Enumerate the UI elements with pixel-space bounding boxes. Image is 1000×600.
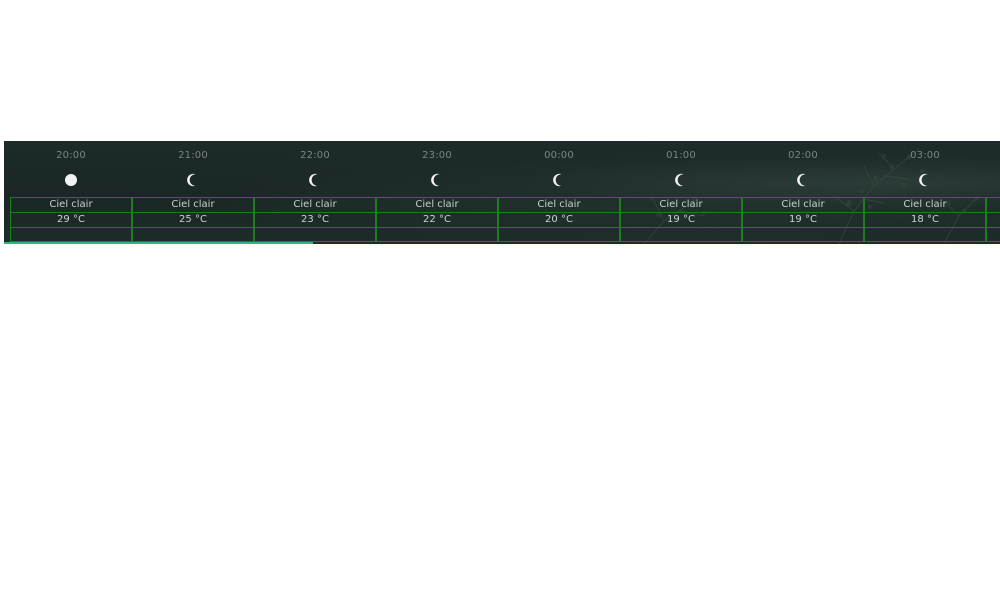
- forecast-hour[interactable]: 02:00 Ciel clair 19 °C: [742, 141, 864, 244]
- hour-extra-cell: [254, 227, 376, 242]
- hour-temperature: 19 °C: [742, 212, 864, 227]
- hour-extra-cell: [376, 227, 498, 242]
- hour-extra-cell: [986, 227, 1000, 242]
- hour-extra-cell: [132, 227, 254, 242]
- hour-temperature: 25 °C: [132, 212, 254, 227]
- hour-time: 00:00: [544, 150, 574, 161]
- forecast-hour[interactable]: 20:00 Ciel clair 29 °C: [10, 141, 132, 244]
- crescent-moon-icon: [919, 173, 928, 187]
- full-moon-icon: [65, 174, 77, 186]
- hour-temperature: 19 °C: [620, 212, 742, 227]
- hourly-forecast-widget[interactable]: 20:00 Ciel clair 29 °C 21:00 Ciel clair …: [4, 141, 1000, 244]
- hour-extra-cell: [498, 227, 620, 242]
- hour-temperature: 18 °C: [864, 212, 986, 227]
- hour-time: 20:00: [56, 150, 86, 161]
- hour-time: 22:00: [300, 150, 330, 161]
- hour-extra-cell: [864, 227, 986, 242]
- crescent-moon-icon: [553, 173, 562, 187]
- hour-description: Ciel clair: [620, 197, 742, 212]
- hour-extra-cell: [10, 227, 132, 242]
- hour-description: Ciel clair: [132, 197, 254, 212]
- hour-time: 02:00: [788, 150, 818, 161]
- hour-description: Ciel clair: [864, 197, 986, 212]
- forecast-hour[interactable]: 23:00 Ciel clair 22 °C: [376, 141, 498, 244]
- forecast-hour[interactable]: 22:00 Ciel clair 23 °C: [254, 141, 376, 244]
- scroll-progress-bar[interactable]: [4, 242, 313, 244]
- hour-temperature: 22 °C: [376, 212, 498, 227]
- hour-time: 21:00: [178, 150, 208, 161]
- hour-temperature: [986, 212, 1000, 227]
- forecast-row: 20:00 Ciel clair 29 °C 21:00 Ciel clair …: [10, 141, 1000, 244]
- hour-temperature: 29 °C: [10, 212, 132, 227]
- crescent-moon-icon: [431, 173, 440, 187]
- hour-temperature: 20 °C: [498, 212, 620, 227]
- hour-description: Ciel clair: [254, 197, 376, 212]
- forecast-hour[interactable]: 03:00 Ciel clair 18 °C: [864, 141, 986, 244]
- hour-extra-cell: [620, 227, 742, 242]
- forecast-hour[interactable]: 21:00 Ciel clair 25 °C: [132, 141, 254, 244]
- hour-description: Ciel clair: [376, 197, 498, 212]
- hour-description: Ciel clair: [498, 197, 620, 212]
- hour-temperature: 23 °C: [254, 212, 376, 227]
- hour-time: 01:00: [666, 150, 696, 161]
- crescent-moon-icon: [187, 173, 196, 187]
- hour-extra-cell: [742, 227, 864, 242]
- crescent-moon-icon: [675, 173, 684, 187]
- hour-description: [986, 197, 1000, 212]
- forecast-hour[interactable]: 00:00 Ciel clair 20 °C: [498, 141, 620, 244]
- forecast-hour-partial[interactable]: [986, 141, 1000, 244]
- crescent-moon-icon: [797, 173, 806, 187]
- hour-time: 03:00: [910, 150, 940, 161]
- forecast-hour[interactable]: 01:00 Ciel clair 19 °C: [620, 141, 742, 244]
- hour-time: 23:00: [422, 150, 452, 161]
- hour-description: Ciel clair: [10, 197, 132, 212]
- crescent-moon-icon: [309, 173, 318, 187]
- hour-description: Ciel clair: [742, 197, 864, 212]
